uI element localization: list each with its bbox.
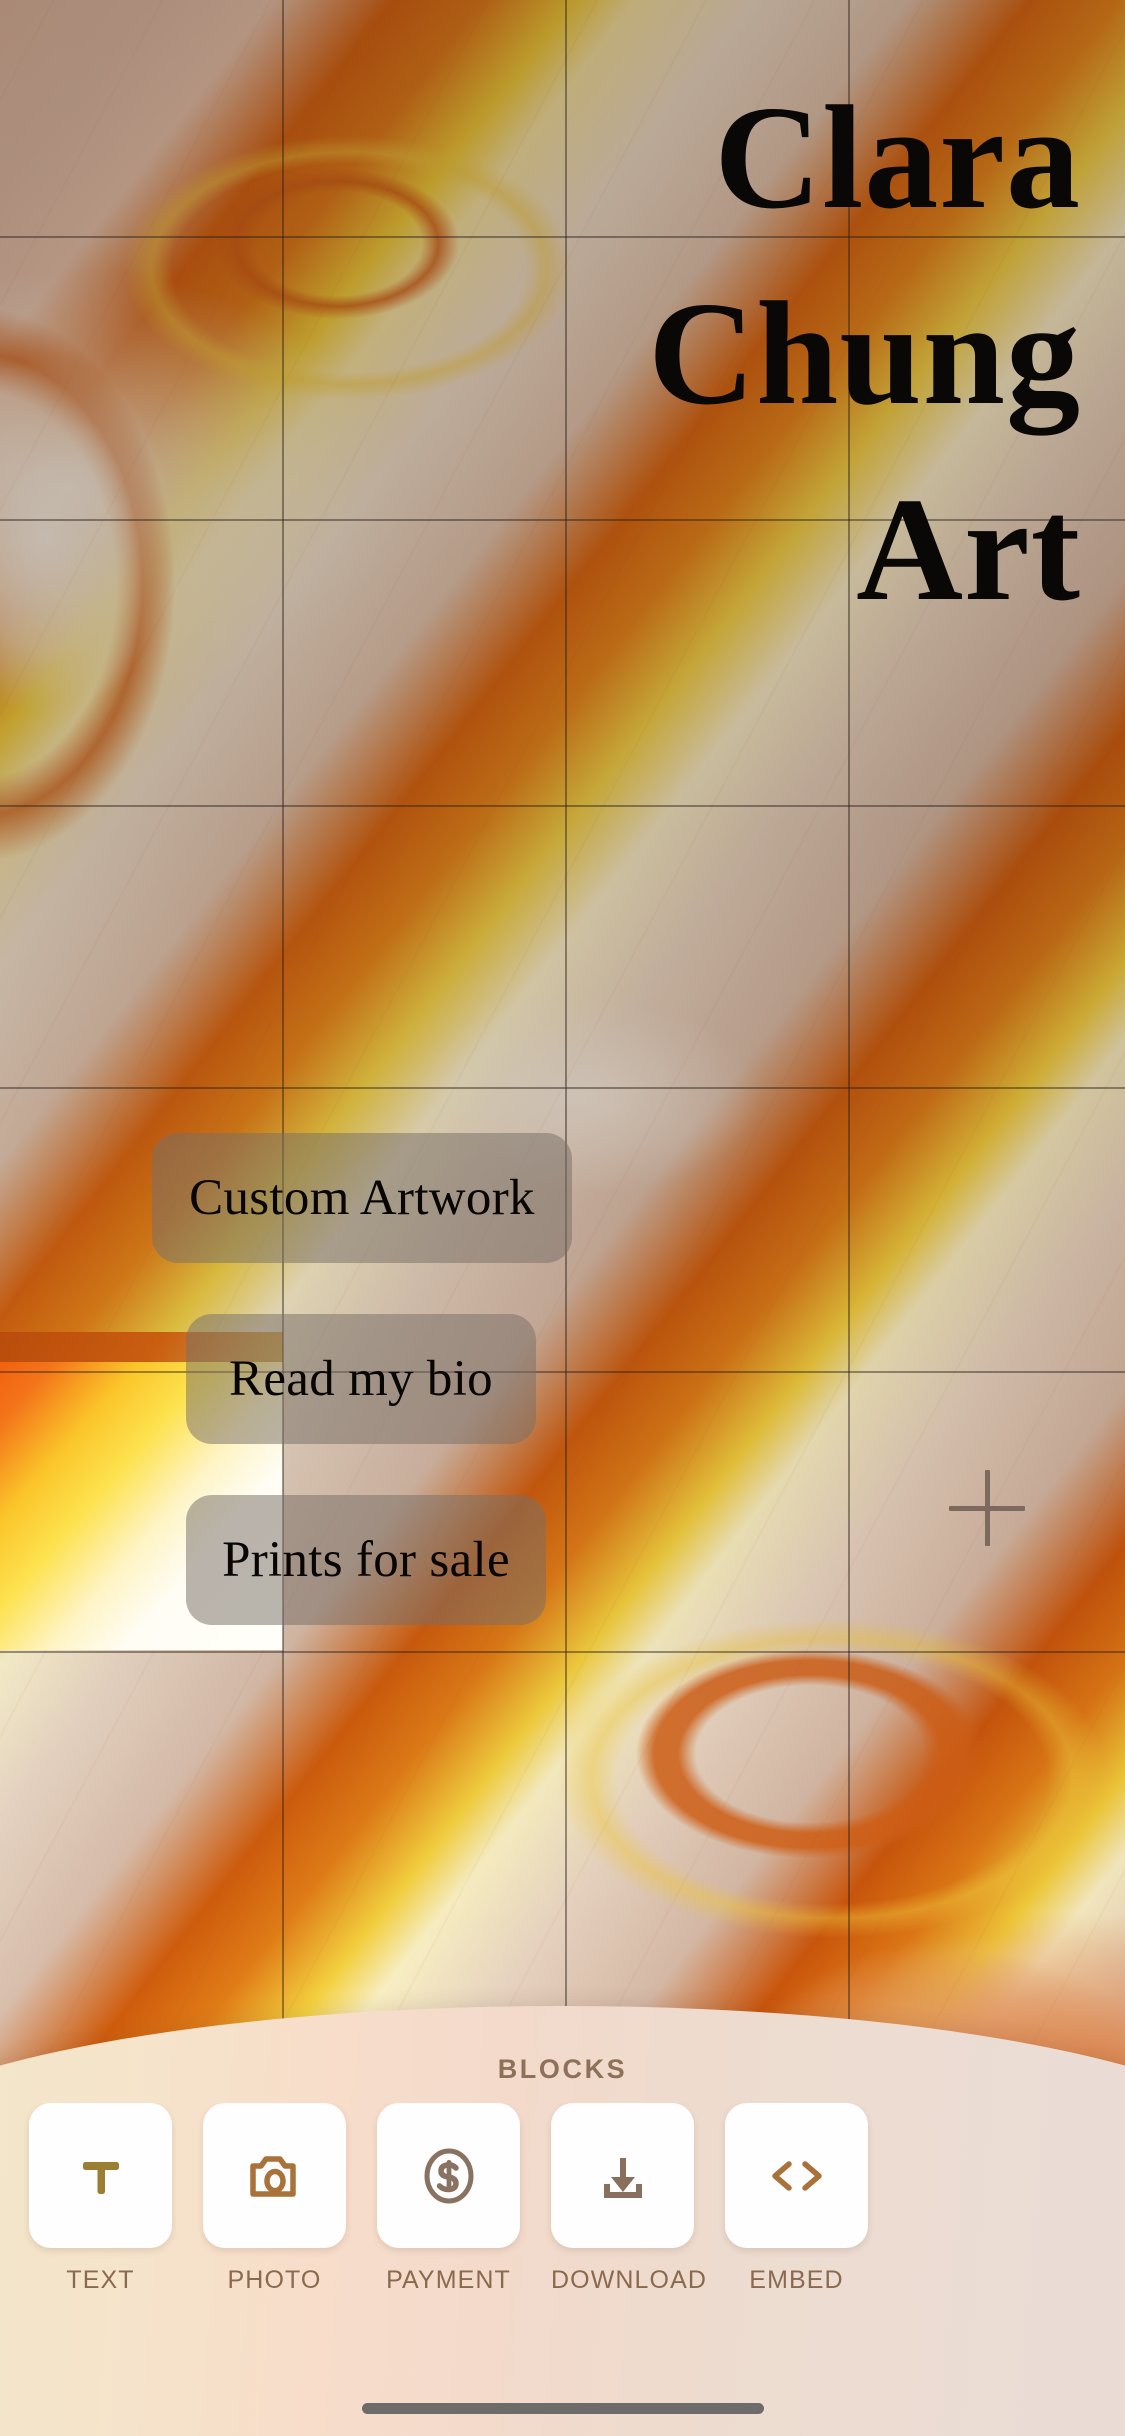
- link-button-label: Read my bio: [229, 1351, 493, 1407]
- plus-icon: [985, 1470, 990, 1546]
- site-title-line-2: Chung: [648, 272, 1081, 436]
- link-button-label: Prints for sale: [222, 1532, 510, 1588]
- camera-icon: [249, 2155, 296, 2197]
- blocks-panel: BLOCKS TEXT PHOTO PAYMENT DOWNLOAD EMBED: [0, 2006, 1125, 2436]
- site-title-line-1: Clara: [714, 76, 1081, 240]
- block-item-text[interactable]: TEXT: [29, 2103, 172, 2318]
- block-label-photo: PHOTO: [227, 2266, 322, 2294]
- text-icon: [82, 2161, 119, 2194]
- block-card-embed[interactable]: [725, 2103, 868, 2248]
- block-label-embed: EMBED: [749, 2266, 844, 2294]
- block-label-text: TEXT: [66, 2266, 135, 2294]
- block-label-download: DOWNLOAD: [551, 2266, 708, 2294]
- block-item-embed[interactable]: EMBED: [725, 2103, 868, 2318]
- site-title-line-3: Art: [856, 468, 1081, 632]
- add-block-button[interactable]: [949, 1470, 1025, 1546]
- block-card-text[interactable]: [29, 2103, 172, 2248]
- download-icon: [603, 2157, 642, 2198]
- block-label-payment: PAYMENT: [386, 2266, 511, 2294]
- block-card-photo[interactable]: [203, 2103, 346, 2248]
- site-title[interactable]: Clara Chung Art: [40, 60, 1081, 648]
- link-button-prints-for-sale[interactable]: Prints for sale: [186, 1495, 546, 1625]
- block-item-download[interactable]: DOWNLOAD: [551, 2103, 708, 2318]
- block-card-download[interactable]: [551, 2103, 694, 2248]
- block-card-payment[interactable]: [377, 2103, 520, 2248]
- blocks-scroller[interactable]: TEXT PHOTO PAYMENT DOWNLOAD EMBED: [0, 2103, 1125, 2318]
- embed-icon: [771, 2160, 822, 2191]
- home-indicator[interactable]: [361, 2403, 764, 2414]
- dollar-coin-icon: [424, 2148, 473, 2203]
- link-button-read-my-bio[interactable]: Read my bio: [186, 1314, 536, 1444]
- link-button-custom-artwork[interactable]: Custom Artwork: [152, 1133, 572, 1263]
- block-item-photo[interactable]: PHOTO: [203, 2103, 346, 2318]
- blocks-section-label: BLOCKS: [497, 2054, 628, 2084]
- block-item-payment[interactable]: PAYMENT: [377, 2103, 520, 2318]
- link-button-label: Custom Artwork: [189, 1170, 535, 1226]
